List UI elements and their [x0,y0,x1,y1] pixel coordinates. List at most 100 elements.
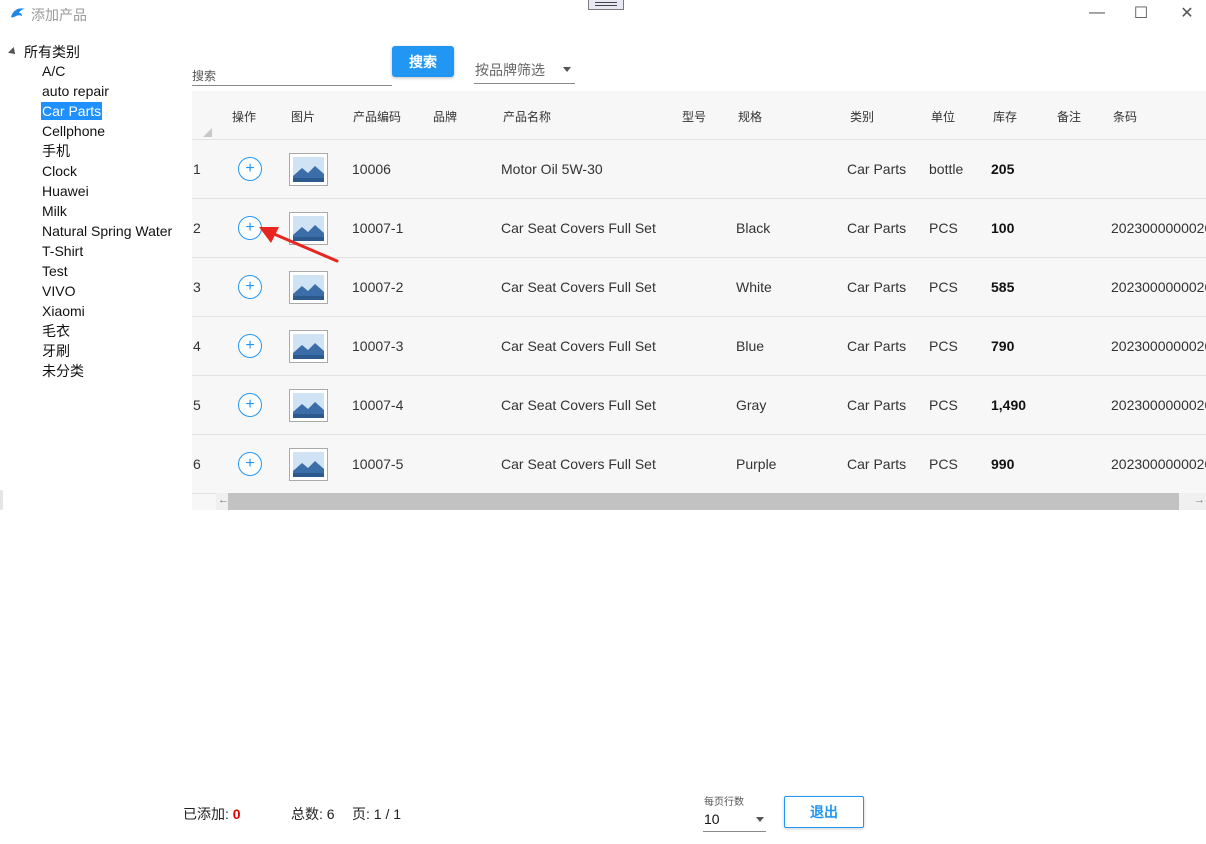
unit-cell: PCS [929,397,958,413]
tree-item[interactable]: Huawei [41,182,90,200]
scrollbar-thumb[interactable] [228,493,1179,510]
column-header-spec[interactable]: 规格 [738,108,762,125]
maximize-button[interactable]: ☐ [1129,2,1153,24]
product-name-cell: Car Seat Covers Full Set [501,397,656,413]
tree-item[interactable]: 毛衣 [41,322,71,340]
total-count: 总数: 6 [291,806,335,822]
spec-cell: Gray [736,397,767,413]
tree-item[interactable]: auto repair [41,82,110,100]
column-header-barcode[interactable]: 条码 [1113,108,1137,125]
column-header-code[interactable]: 产品编码 [353,108,401,125]
added-label: 已添加: [183,806,229,822]
image-placeholder-icon[interactable] [289,389,328,422]
image-placeholder-icon[interactable] [289,153,328,186]
product-name-cell: Car Seat Covers Full Set [501,338,656,354]
horizontal-scrollbar[interactable]: ← → [216,493,1206,510]
product-code-cell: 10007-5 [352,456,404,472]
tree-root-all-categories[interactable]: 所有类别 [8,42,80,62]
tree-item[interactable]: 未分类 [41,362,85,380]
add-product-button[interactable]: + [238,275,262,299]
unit-cell: PCS [929,456,958,472]
drag-handle[interactable] [588,0,624,10]
category-cell: Car Parts [847,161,907,177]
scroll-right-icon[interactable]: → [1194,494,1205,506]
chevron-down-icon [563,67,571,72]
tree-item[interactable]: Test [41,262,69,280]
tree-item[interactable]: 牙刷 [41,342,71,360]
search-button[interactable]: 搜索 [392,46,454,77]
image-placeholder-icon[interactable] [289,330,328,363]
category-tree: 所有类别 A/C auto repair Car Parts Cellphone 手机 C… [0,40,192,510]
tree-root-label: 所有类别 [24,44,80,60]
product-code-cell: 10007-1 [352,220,404,236]
added-summary: 已添加: 0 [183,804,241,824]
column-header-action[interactable]: 操作 [232,108,256,125]
table-row[interactable]: +1 10006 Motor Oil 5W-30 Car Parts bottle 205 [192,140,1206,199]
product-code-cell: 10007-2 [352,279,404,295]
stock-cell: 100 [991,220,1015,236]
close-button[interactable]: ✕ [1175,2,1199,24]
minimize-icon: — [1089,4,1105,21]
table-row[interactable]: +4 10007-3 Car Seat Covers Full Set Blue Car… [192,317,1206,376]
minimize-button[interactable]: — [1085,2,1109,24]
add-product-button[interactable]: + [238,334,262,358]
rows-per-page-caption: 每页行数 [704,797,744,808]
tree-item[interactable]: A/C [41,62,66,80]
tree-item[interactable]: VIVO [41,282,76,300]
annotation-arrow-icon [259,227,339,263]
tree-item[interactable]: Milk [41,202,68,220]
column-header-stock[interactable]: 库存 [993,108,1017,125]
spec-cell: White [736,279,772,295]
column-header-image[interactable]: 图片 [291,108,315,125]
brand-filter-dropdown[interactable]: 按品牌筛选 [474,56,575,84]
tree-item[interactable]: Cellphone [41,122,106,140]
stock-cell: 205 [991,161,1015,177]
table-row[interactable]: +6 10007-5 Car Seat Covers Full Set Purple C… [192,435,1206,494]
product-name-cell: Car Seat Covers Full Set [501,456,656,472]
tree-item[interactable]: Xiaomi [41,302,86,320]
expand-arrow-icon[interactable] [8,47,18,57]
row-number: 3 [193,279,201,295]
unit-cell: PCS [929,338,958,354]
column-header-brand[interactable]: 品牌 [433,108,457,125]
row-number: 4 [193,338,201,354]
tree-item[interactable]: Natural Spring Water [41,222,173,240]
chevron-down-icon [756,817,764,822]
category-cell: Car Parts [847,279,907,295]
category-cell: Car Parts [847,456,907,472]
spec-cell: Black [736,220,771,236]
tree-item[interactable]: T-Shirt [41,242,84,260]
search-input[interactable] [192,58,392,86]
table-row[interactable]: +5 10007-4 Car Seat Covers Full Set Gray Car… [192,376,1206,435]
column-header-category[interactable]: 类别 [850,108,874,125]
stock-cell: 585 [991,279,1015,295]
add-product-button[interactable]: + [238,157,262,181]
row-number: 6 [193,456,201,472]
column-header-name[interactable]: 产品名称 [503,108,551,125]
rows-per-page-select[interactable]: 10 [703,808,766,832]
stock-cell: 990 [991,456,1015,472]
tree-item[interactable]: Car Parts [41,102,103,120]
select-all-corner[interactable] [203,128,212,137]
add-product-button[interactable]: + [238,452,262,476]
barcode-cell: 2023000000026 [1111,338,1206,354]
image-placeholder-icon[interactable] [289,271,328,304]
maximize-icon: ☐ [1133,5,1149,22]
exit-button[interactable]: 退出 [784,796,864,828]
row-number: 2 [193,220,201,236]
image-placeholder-icon[interactable] [289,448,328,481]
brand-filter-label: 按品牌筛选 [475,62,545,78]
product-code-cell: 10007-3 [352,338,404,354]
product-grid: 操作 图片 产品编码 品牌 产品名称 型号 规格 类别 单位 库存 备注 条码 … [192,91,1206,510]
tree-item[interactable]: Clock [41,162,78,180]
add-product-button[interactable]: + [238,393,262,417]
unit-cell: PCS [929,220,958,236]
row-number: 1 [193,161,201,177]
column-header-note[interactable]: 备注 [1057,108,1081,125]
column-header-unit[interactable]: 单位 [931,108,955,125]
product-code-cell: 10006 [352,161,391,177]
product-name-cell: Car Seat Covers Full Set [501,220,656,236]
tree-item[interactable]: 手机 [41,142,71,160]
column-header-model[interactable]: 型号 [682,108,706,125]
barcode-cell: 2023000000026 [1111,397,1206,413]
